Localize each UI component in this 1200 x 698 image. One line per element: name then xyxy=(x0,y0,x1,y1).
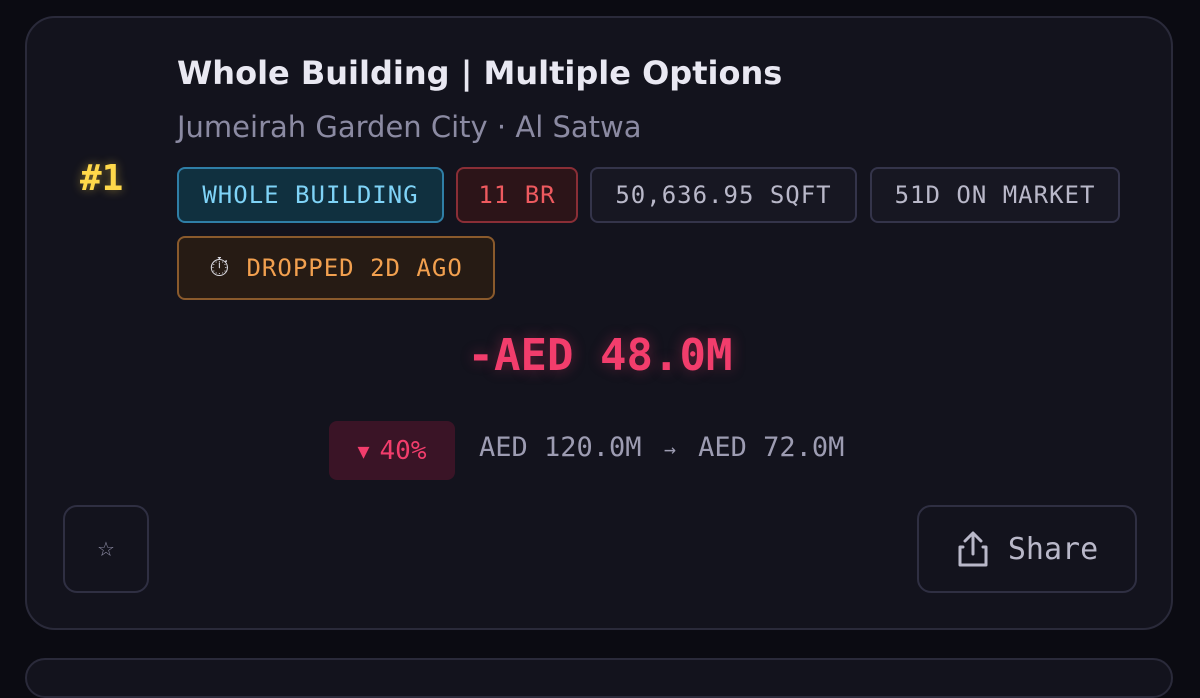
property-type-badge: WHOLE BUILDING xyxy=(177,167,444,223)
dropped-label: DROPPED 2D AGO xyxy=(246,254,463,282)
listing-title[interactable]: Whole Building | Multiple Options xyxy=(177,54,782,92)
listing-location: Jumeirah Garden City · Al Satwa xyxy=(177,110,642,144)
down-triangle-icon: ▼ xyxy=(357,438,370,463)
days-on-market-badge: 51D ON MARKET xyxy=(870,167,1120,223)
price-new: AED 72.0M xyxy=(698,432,845,463)
size-badge: 50,636.95 SQFT xyxy=(590,167,857,223)
share-label: Share xyxy=(1007,531,1099,567)
price-old: AED 120.0M xyxy=(479,432,642,463)
arrow-right-icon: → xyxy=(663,437,676,461)
price-change: AED 120.0M → AED 72.0M xyxy=(479,432,844,463)
bedrooms-badge: 11 BR xyxy=(456,167,578,223)
rank-label: #1 xyxy=(80,158,124,199)
price-drop-percent: 40% xyxy=(379,435,427,466)
bedrooms-label: 11 BR xyxy=(478,181,556,209)
share-icon xyxy=(958,531,988,567)
share-button[interactable]: Share xyxy=(917,505,1137,593)
price-drop-percent-badge: ▼ 40% xyxy=(329,421,455,480)
next-listing-card[interactable] xyxy=(25,658,1173,698)
favorite-button[interactable]: ☆ xyxy=(63,505,149,593)
price-drop-amount: -AED 48.0M xyxy=(467,330,733,381)
size-label: 50,636.95 SQFT xyxy=(615,181,832,209)
dropped-badge: ⏱ DROPPED 2D AGO xyxy=(177,236,495,300)
star-outline-icon: ☆ xyxy=(97,537,115,561)
days-on-market-label: 51D ON MARKET xyxy=(894,181,1096,209)
stopwatch-icon: ⏱ xyxy=(209,252,231,283)
property-type-label: WHOLE BUILDING xyxy=(202,181,419,209)
